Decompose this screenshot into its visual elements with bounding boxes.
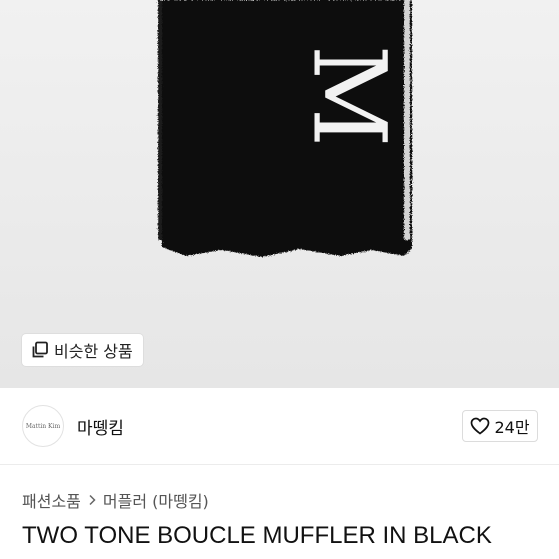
like-count: 24만 [494,418,530,437]
breadcrumb: 패션소품 머플러 (마뗑킴) [22,488,209,512]
shop-avatar-text: Mattin Kim [25,422,61,430]
like-button[interactable]: 24만 [462,410,538,442]
scarf-logo-letter: M [290,45,407,147]
scarf-image: M [158,0,412,257]
copy-icon [32,341,48,358]
shop-avatar[interactable]: Mattin Kim [22,405,64,447]
similar-products-button[interactable]: 비슷한 상품 [22,334,143,366]
breadcrumb-subcategory[interactable]: 머플러 (마뗑킴) [103,488,209,512]
similar-products-label: 비슷한 상품 [54,342,133,361]
shop-name[interactable]: 마뗑킴 [77,414,124,439]
heart-icon [471,417,490,435]
product-image-area[interactable]: M 비슷한 상품 [0,0,559,388]
chevron-right-icon [89,494,96,506]
product-title: TWO TONE BOUCLE MUFFLER IN BLACK [22,522,492,549]
breadcrumb-category[interactable]: 패션소품 [22,488,81,512]
